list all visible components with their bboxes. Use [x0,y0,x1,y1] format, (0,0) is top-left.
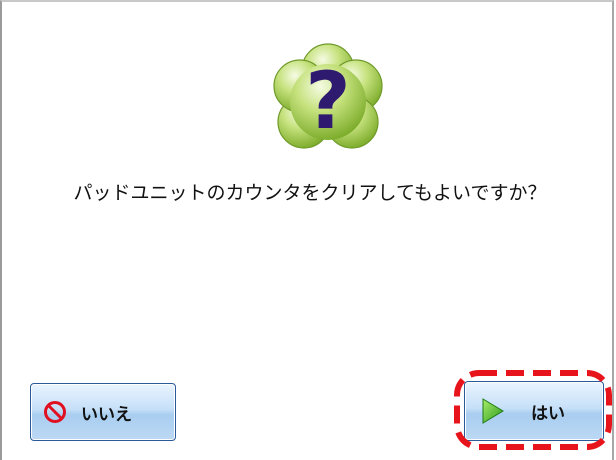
yes-button[interactable]: はい [464,381,604,441]
question-mark-icon: ? [273,43,383,149]
confirmation-dialog: ? パッドユニットのカウンタをクリアしてもよいですか？ いいえ はい [0,0,614,460]
no-button[interactable]: いいえ [30,383,176,441]
play-arrow-icon [482,398,504,424]
prohibited-icon [44,401,66,423]
yes-button-label: はい [531,403,565,424]
confirmation-message: パッドユニットのカウンタをクリアしてもよいですか？ [73,182,547,204]
svg-text:?: ? [305,57,350,147]
no-button-label: いいえ [81,404,132,425]
